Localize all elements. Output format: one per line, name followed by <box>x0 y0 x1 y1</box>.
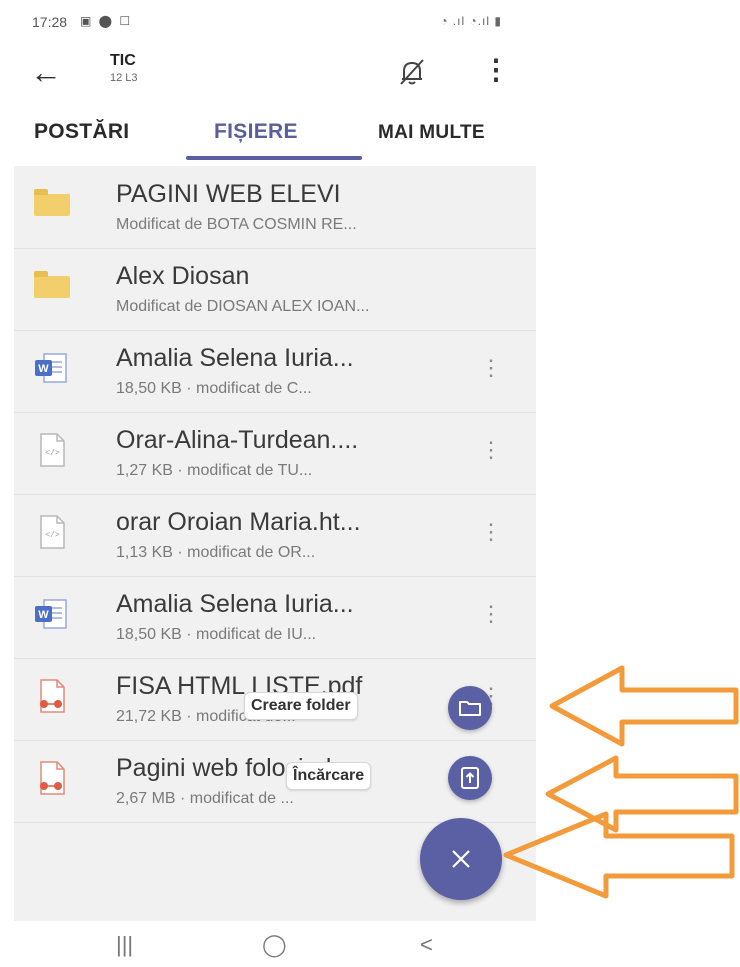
bell-off-icon[interactable] <box>394 54 430 90</box>
pdf-file-icon <box>32 676 72 716</box>
file-name: PAGINI WEB ELEVI <box>116 180 341 208</box>
app-header: ← TIC 12 L3 ⋮ <box>0 44 540 104</box>
file-name: Orar-Alina-Turdean.... <box>116 426 359 454</box>
status-bar: 17:28 ▣ ⬤ ☐ ◔ .ıl ◔.ıl ▮ <box>32 12 502 34</box>
create-folder-label[interactable]: Creare folder <box>244 692 358 720</box>
svg-text:W: W <box>38 609 49 621</box>
file-row[interactable]: Alex Diosan Modificat de DIOSAN ALEX IOA… <box>14 248 536 331</box>
word-document-icon: W <box>32 348 72 388</box>
signal-battery-icons: ◔ .ıl ◔.ıl ▮ <box>440 14 502 28</box>
file-meta: 18,50 KB · modificat de C... <box>116 380 312 397</box>
file-row[interactable]: PAGINI WEB ELEVI Modificat de BOTA COSMI… <box>14 166 536 249</box>
annotation-arrow <box>503 811 735 899</box>
file-meta: 1,27 KB · modificat de TU... <box>116 462 313 479</box>
file-row[interactable]: </> orar Oroian Maria.ht... 1,13 KB · mo… <box>14 494 536 577</box>
folder-outline-icon <box>459 701 481 716</box>
file-menu-icon[interactable]: ⋮ <box>480 594 502 634</box>
svg-text:</>: </> <box>45 449 60 458</box>
upload-label[interactable]: Încărcare <box>286 762 372 790</box>
file-meta: 1,13 KB · modificat de OR... <box>116 544 316 561</box>
system-nav-bar: ||| ◯ < <box>0 930 540 967</box>
file-meta: 2,67 MB · modificat de ... <box>116 790 294 807</box>
system-back-icon[interactable]: < <box>420 932 433 958</box>
svg-text:</>: </> <box>45 531 60 540</box>
upload-button[interactable] <box>448 756 492 800</box>
close-icon <box>452 850 470 868</box>
channel-title-block: TIC 12 L3 <box>110 52 138 84</box>
close-fab-button[interactable] <box>420 818 502 900</box>
folder-icon <box>32 184 72 224</box>
tab-postari[interactable]: POSTĂRI <box>34 120 129 144</box>
home-icon[interactable]: ◯ <box>262 932 287 958</box>
file-menu-icon[interactable]: ⋮ <box>480 348 502 388</box>
file-name: orar Oroian Maria.ht... <box>116 508 361 536</box>
file-row[interactable]: </> Orar-Alina-Turdean.... 1,27 KB · mod… <box>14 412 536 495</box>
notification-icons: ▣ ⬤ ☐ <box>80 14 133 28</box>
file-name: Amalia Selena Iuria... <box>116 590 354 618</box>
file-name: Alex Diosan <box>116 262 250 290</box>
tab-mai-multe[interactable]: MAI MULTE <box>378 122 485 144</box>
file-meta: 18,50 KB · modificat de IU... <box>116 626 317 643</box>
file-row[interactable]: W Amalia Selena Iuria... 18,50 KB · modi… <box>14 576 536 659</box>
recents-icon[interactable]: ||| <box>116 932 133 958</box>
file-meta: Modificat de DIOSAN ALEX IOAN... <box>116 298 370 315</box>
html-file-icon: </> <box>32 430 72 470</box>
back-arrow-icon[interactable]: ← <box>30 54 70 94</box>
word-document-icon: W <box>32 594 72 634</box>
file-name: Amalia Selena Iuria... <box>116 344 354 372</box>
more-options-icon[interactable]: ⋮ <box>482 52 510 88</box>
folder-icon <box>32 266 72 306</box>
upload-file-icon <box>461 767 479 789</box>
selected-tab-indicator <box>186 156 362 160</box>
file-menu-icon[interactable]: ⋮ <box>480 430 502 470</box>
tab-bar: POSTĂRI FIȘIERE MAI MULTE <box>0 112 540 164</box>
file-row[interactable]: W Amalia Selena Iuria... 18,50 KB · modi… <box>14 330 536 413</box>
svg-text:W: W <box>38 363 49 375</box>
channel-title: TIC <box>110 52 136 69</box>
html-file-icon: </> <box>32 512 72 552</box>
status-time: 17:28 <box>32 14 68 30</box>
file-list: PAGINI WEB ELEVI Modificat de BOTA COSMI… <box>14 166 536 921</box>
file-meta: Modificat de BOTA COSMIN RE... <box>116 216 357 233</box>
tab-fisiere[interactable]: FIȘIERE <box>214 120 298 144</box>
pdf-file-icon <box>32 758 72 798</box>
file-menu-icon[interactable]: ⋮ <box>480 512 502 552</box>
annotation-arrow <box>549 665 739 747</box>
channel-subtitle: 12 L3 <box>110 72 138 84</box>
create-folder-button[interactable] <box>448 686 492 730</box>
